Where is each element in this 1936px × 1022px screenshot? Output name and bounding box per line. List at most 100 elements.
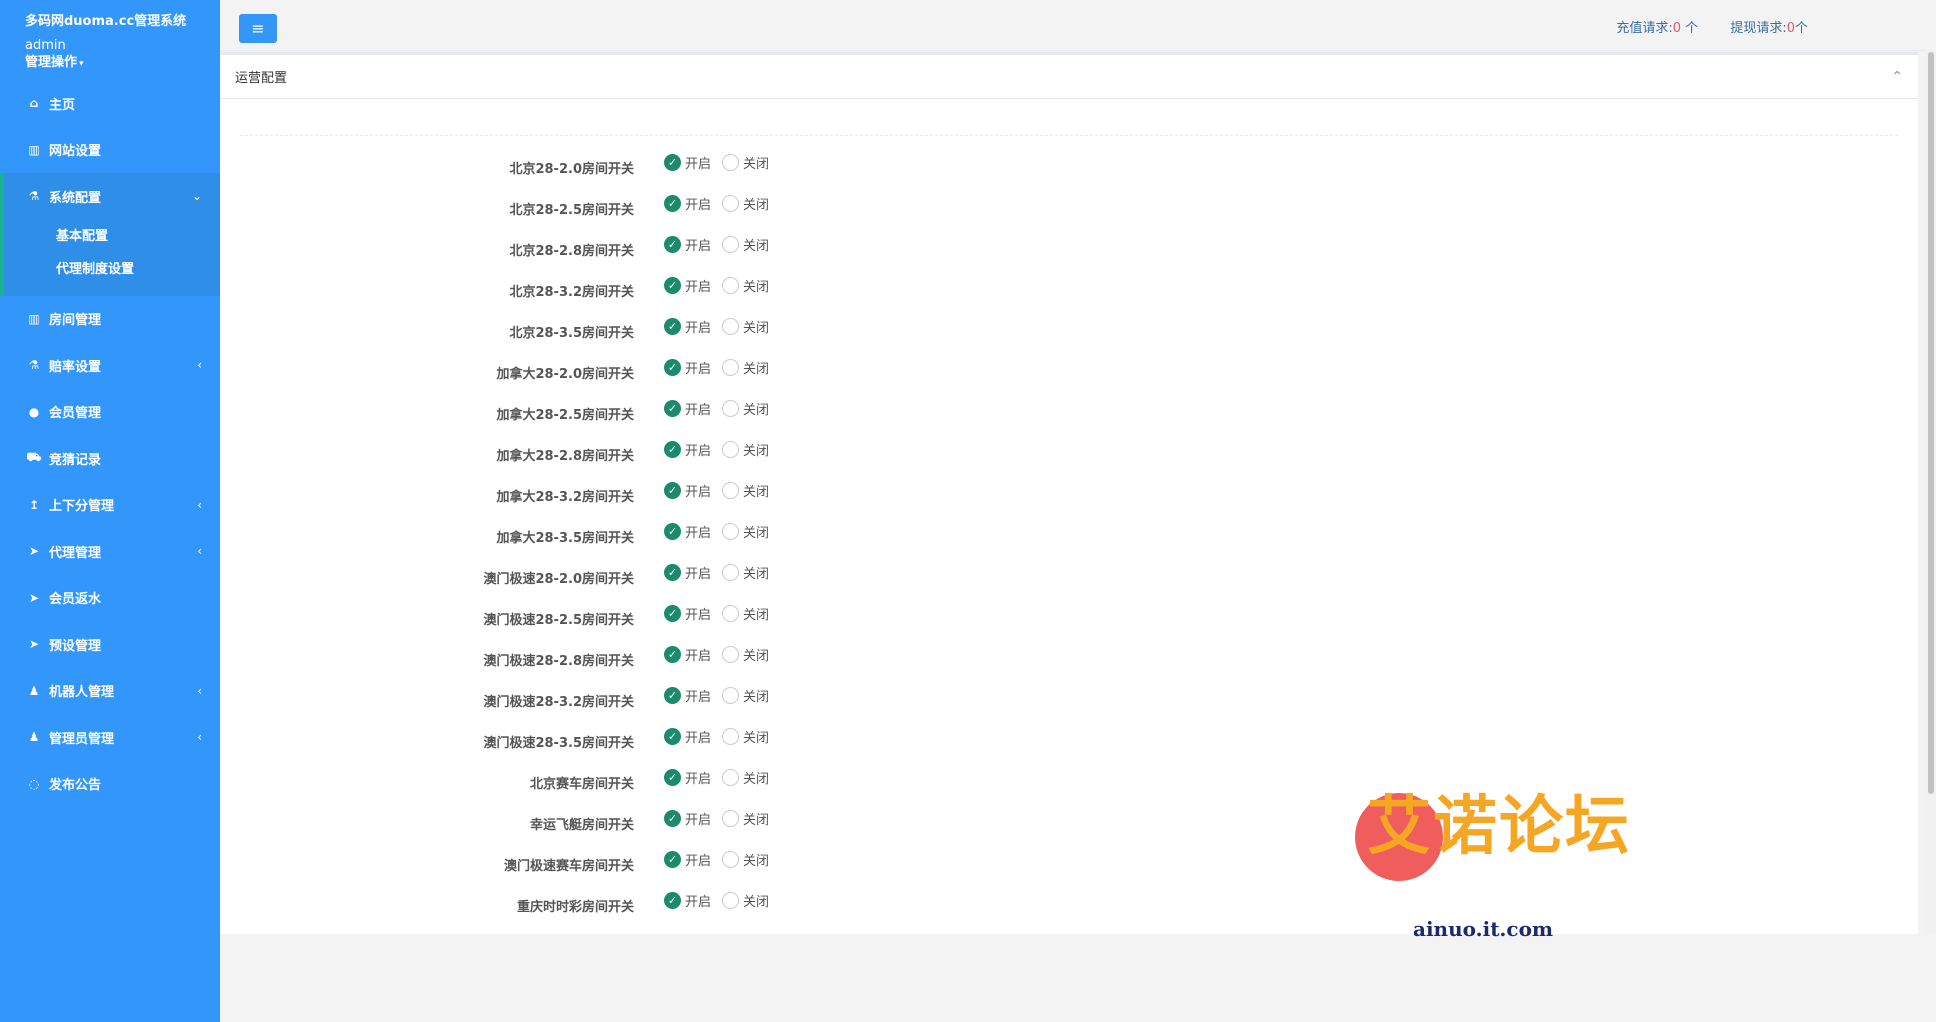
sidebar-item[interactable]: ⌂ 主页 xyxy=(0,80,220,127)
switch-row: 北京28-3.5房间开关 ✓ 开启 关闭 xyxy=(220,312,1120,353)
radio-on[interactable]: ✓ 开启 xyxy=(664,563,711,582)
switch-row: 加拿大28-2.5房间开关 ✓ 开启 关闭 xyxy=(220,394,1120,435)
panel-header: 运营配置 ⌃ xyxy=(220,52,1918,99)
radio-on[interactable]: ✓ 开启 xyxy=(664,317,711,336)
radio-on[interactable]: ✓ 开启 xyxy=(664,153,711,172)
switch-row-label: 澳门极速28-2.8房间开关 xyxy=(483,654,634,669)
radio-on-label: 开启 xyxy=(685,526,712,541)
recharge-request-link[interactable]: 充值请求:0 个 xyxy=(1616,21,1698,36)
radio-off[interactable]: 关闭 xyxy=(722,891,769,910)
radio-off[interactable]: 关闭 xyxy=(722,850,769,869)
radio-on[interactable]: ✓ 开启 xyxy=(664,235,711,254)
sidebar-item[interactable]: ⛟ 竞猜记录 xyxy=(0,435,220,482)
radio-on-label: 开启 xyxy=(685,239,712,254)
radio-on[interactable]: ✓ 开启 xyxy=(664,768,711,787)
radio-off[interactable]: 关闭 xyxy=(722,194,769,213)
radio-on-label: 开启 xyxy=(685,608,712,623)
user-name: admin xyxy=(25,38,66,53)
sidebar-subitem[interactable]: 基本配置 xyxy=(4,220,220,253)
radio-on-label: 开启 xyxy=(685,731,712,746)
radio-empty-icon xyxy=(722,810,739,827)
radio-on[interactable]: ✓ 开启 xyxy=(664,727,711,746)
radio-off[interactable]: 关闭 xyxy=(722,645,769,664)
radio-on[interactable]: ✓ 开启 xyxy=(664,645,711,664)
comment-icon: ◌ xyxy=(28,776,40,791)
switch-row-label: 加拿大28-2.0房间开关 xyxy=(496,367,634,382)
radio-off[interactable]: 关闭 xyxy=(722,235,769,254)
radio-off[interactable]: 关闭 xyxy=(722,317,769,336)
sidebar-subitem[interactable]: 代理制度设置 xyxy=(4,253,220,286)
sidebar-item[interactable]: ● 会员管理 xyxy=(0,389,220,436)
withdraw-request-link[interactable]: 提现请求:0个 xyxy=(1730,21,1808,36)
radio-off[interactable]: 关闭 xyxy=(722,522,769,541)
sidebar-item[interactable]: ⚗ 系统配置 ⌄ xyxy=(4,173,220,220)
radio-off[interactable]: 关闭 xyxy=(722,686,769,705)
sidebar-group: ➤ 代理管理 ‹ xyxy=(0,528,220,575)
radio-empty-icon xyxy=(722,400,739,417)
sidebar-item-label: 上下分管理 xyxy=(49,499,115,515)
radio-on[interactable]: ✓ 开启 xyxy=(664,686,711,705)
sidebar-item[interactable]: ◌ 发布公告 xyxy=(0,761,220,808)
hamburger-icon: ≡ xyxy=(251,19,265,38)
divider xyxy=(240,135,1898,136)
radio-on[interactable]: ✓ 开启 xyxy=(664,522,711,541)
radio-off[interactable]: 关闭 xyxy=(722,563,769,582)
sidebar-item-label: 发布公告 xyxy=(49,778,102,794)
radio-on-label: 开启 xyxy=(685,198,712,213)
radio-off[interactable]: 关闭 xyxy=(722,727,769,746)
sidebar-item[interactable]: ➤ 预设管理 xyxy=(0,621,220,668)
sidebar-item-label: 机器人管理 xyxy=(49,685,115,701)
radio-on[interactable]: ✓ 开启 xyxy=(664,194,711,213)
sidebar-item[interactable]: ➤ 会员返水 xyxy=(0,575,220,622)
sidebar-group: ♟ 机器人管理 ‹ xyxy=(0,668,220,715)
radio-off[interactable]: 关闭 xyxy=(722,399,769,418)
radio-off[interactable]: 关闭 xyxy=(722,481,769,500)
car-icon: ⛟ xyxy=(26,450,42,465)
radio-off-label: 关闭 xyxy=(743,895,770,910)
sidebar-item[interactable]: ▥ 房间管理 xyxy=(0,296,220,343)
radio-on[interactable]: ✓ 开启 xyxy=(664,604,711,623)
sidebar-nav: ⌂ 主页 ▥ 网站设置 ⚗ 系统配置 ⌄ 基本配置 代理制度设置 ▥ 房间管理 ⚗ 赔率设置 ‹ ● 会员管理… xyxy=(0,80,220,807)
radio-off[interactable]: 关闭 xyxy=(722,153,769,172)
sidebar-group: ◌ 发布公告 xyxy=(0,761,220,808)
menu-toggle-button[interactable]: ≡ xyxy=(239,14,277,43)
radio-off-label: 关闭 xyxy=(743,198,770,213)
radio-on[interactable]: ✓ 开启 xyxy=(664,276,711,295)
radio-on[interactable]: ✓ 开启 xyxy=(664,399,711,418)
radio-off-label: 关闭 xyxy=(743,772,770,787)
sidebar-item-label: 预设管理 xyxy=(49,638,102,654)
radio-off[interactable]: 关闭 xyxy=(722,276,769,295)
profile-menu-toggle[interactable]: 管理操作 ▾ xyxy=(25,55,220,72)
radio-off[interactable]: 关闭 xyxy=(722,440,769,459)
radio-off[interactable]: 关闭 xyxy=(722,604,769,623)
sidebar-group: ↥ 上下分管理 ‹ xyxy=(0,482,220,529)
sidebar-item[interactable]: ♟ 机器人管理 ‹ xyxy=(0,668,220,715)
sidebar-group: ▥ 房间管理 xyxy=(0,296,220,343)
top-links: 充值请求:0 个 提现请求:0个 xyxy=(1588,17,1808,36)
radio-off[interactable]: 关闭 xyxy=(722,768,769,787)
sidebar-item[interactable]: ➤ 代理管理 ‹ xyxy=(0,528,220,575)
paper-plane-icon: ➤ xyxy=(28,544,40,559)
sidebar-item[interactable]: ♟ 管理员管理 ‹ xyxy=(0,714,220,761)
sidebar-item[interactable]: ▥ 网站设置 xyxy=(0,127,220,174)
radio-off-label: 关闭 xyxy=(743,731,770,746)
radio-off[interactable]: 关闭 xyxy=(722,809,769,828)
radio-on[interactable]: ✓ 开启 xyxy=(664,481,711,500)
radio-on[interactable]: ✓ 开启 xyxy=(664,358,711,377)
radio-on[interactable]: ✓ 开启 xyxy=(664,850,711,869)
sidebar-item[interactable]: ↥ 上下分管理 ‹ xyxy=(0,482,220,529)
radio-on[interactable]: ✓ 开启 xyxy=(664,440,711,459)
scrollbar-thumb[interactable] xyxy=(1928,52,1934,794)
sidebar-item-label: 代理管理 xyxy=(49,545,102,561)
switch-row-label: 加拿大28-3.5房间开关 xyxy=(496,531,634,546)
check-circle-icon: ✓ xyxy=(664,564,681,581)
radio-on[interactable]: ✓ 开启 xyxy=(664,891,711,910)
sidebar-item[interactable]: ⚗ 赔率设置 ‹ xyxy=(0,342,220,389)
collapse-icon[interactable]: ⌃ xyxy=(1891,69,1903,85)
chevron-icon: ‹ xyxy=(197,497,202,512)
radio-off[interactable]: 关闭 xyxy=(722,358,769,377)
switch-row: 加拿大28-2.0房间开关 ✓ 开启 关闭 xyxy=(220,353,1120,394)
radio-on-label: 开启 xyxy=(685,813,712,828)
switch-row-label: 澳门极速赛车房间开关 xyxy=(503,859,634,874)
radio-on[interactable]: ✓ 开启 xyxy=(664,809,711,828)
